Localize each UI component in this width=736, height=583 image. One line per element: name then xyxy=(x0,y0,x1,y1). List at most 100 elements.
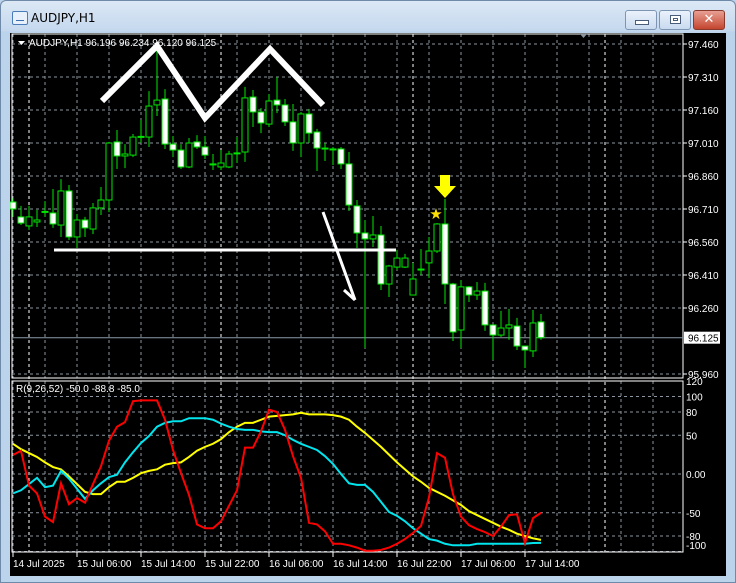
bull-candle xyxy=(89,203,97,235)
bear-candle xyxy=(417,249,425,275)
candle-body xyxy=(481,290,489,326)
price-axis-label: 96.410 xyxy=(688,271,719,282)
price-chart[interactable]: 97.460 97.310 97.160 97.010 96.860 96.710 96.5… xyxy=(10,33,726,576)
candle-body xyxy=(329,148,337,151)
time-axis-label: 17 Jul 14:00 xyxy=(525,559,580,570)
candle-body xyxy=(209,163,217,166)
candle-body xyxy=(369,234,377,240)
price-axis-label: 96.710 xyxy=(688,205,719,216)
close-button[interactable]: ✕ xyxy=(693,10,725,30)
time-axis-label: 14 Jul 2025 xyxy=(13,559,65,570)
star-icon[interactable]: ★ xyxy=(429,205,442,223)
candle-body xyxy=(385,265,393,285)
candle-body xyxy=(353,205,361,234)
bear-candle xyxy=(361,220,369,349)
bear-candle xyxy=(321,143,329,162)
candle-body xyxy=(257,111,265,124)
chart-area[interactable]: 97.460 97.310 97.160 97.010 96.860 96.710 96.5… xyxy=(10,33,726,576)
candle-body xyxy=(513,325,521,347)
bear-candle xyxy=(10,198,17,217)
candle-body xyxy=(337,148,345,165)
candle-body xyxy=(273,99,281,106)
price-axis-label: 97.160 xyxy=(688,106,719,117)
price-axis-label: 97.010 xyxy=(688,139,719,150)
candle-body xyxy=(57,190,65,226)
bear-candle xyxy=(513,317,521,351)
candle-body xyxy=(425,250,433,264)
bear-candle xyxy=(441,198,449,305)
bear-candle xyxy=(305,108,313,143)
axis-labels: 97.460 97.310 97.160 97.010 96.860 96.710 96.5… xyxy=(12,40,719,570)
candle-body xyxy=(121,153,129,157)
candle-body xyxy=(153,99,161,106)
bear-candle xyxy=(481,282,489,331)
candle-body xyxy=(449,283,457,333)
bull-candle xyxy=(97,187,105,215)
candle-body xyxy=(529,322,537,352)
candle-body xyxy=(161,98,169,145)
double-top-drawing[interactable] xyxy=(99,41,326,123)
bear-candle xyxy=(329,146,337,165)
bear-candle xyxy=(377,225,385,290)
bull-candle xyxy=(473,282,481,300)
sell-arrow-icon[interactable] xyxy=(434,175,456,198)
minimize-button[interactable] xyxy=(625,10,657,30)
time-axis-label: 15 Jul 06:00 xyxy=(77,559,132,570)
bull-candle xyxy=(497,310,505,338)
indicator-axis-label: 0.00 xyxy=(686,470,706,481)
candle-body xyxy=(81,219,89,229)
candle-body xyxy=(97,199,105,209)
candle-body xyxy=(33,219,41,223)
indicator-axis-label: 80 xyxy=(686,408,698,419)
bear-candle xyxy=(337,146,345,169)
candle-body xyxy=(297,113,305,144)
indicator-axis-label: 120 xyxy=(686,377,703,388)
current-price-label: 96.125 xyxy=(688,334,719,345)
bear-candle xyxy=(169,135,177,158)
candle-body xyxy=(49,212,57,225)
bull-candle xyxy=(121,144,129,169)
candles xyxy=(10,45,545,369)
time-axis-label: 16 Jul 06:00 xyxy=(269,559,324,570)
main-legend: AUDJPY,H1 96.196 96.234 96.120 96.125 xyxy=(29,38,217,49)
price-axis-label: 96.260 xyxy=(688,304,719,315)
candle-body xyxy=(289,121,297,144)
candle-body xyxy=(41,210,49,213)
bull-candle xyxy=(57,179,65,237)
price-axis-label: 97.310 xyxy=(688,73,719,84)
bear-candle xyxy=(537,313,545,340)
bull-candle xyxy=(25,205,33,230)
candle-body xyxy=(401,257,409,268)
bear-candle xyxy=(113,130,121,169)
close-icon: ✕ xyxy=(703,12,715,27)
bear-candle xyxy=(209,154,217,171)
window-title: AUDJPY,H1 xyxy=(31,11,96,25)
bull-candle xyxy=(297,111,305,158)
time-axis-label: 16 Jul 14:00 xyxy=(333,559,388,570)
time-axis-label: 15 Jul 22:00 xyxy=(205,559,260,570)
time-axis-label: 15 Jul 14:00 xyxy=(141,559,196,570)
down-arrow-drawing[interactable] xyxy=(321,211,357,302)
bull-candle xyxy=(33,209,41,228)
indicator-line-r9 xyxy=(12,399,542,552)
indicator-axis-label: -50 xyxy=(686,509,701,520)
chart-shift-icon[interactable] xyxy=(580,34,587,38)
candle-body xyxy=(137,135,145,138)
indicator-panel-border xyxy=(11,380,684,553)
bear-candle xyxy=(193,135,201,149)
title-bar[interactable]: AUDJPY,H1 ✕ xyxy=(1,1,735,31)
bear-candle xyxy=(489,324,497,360)
maximize-button[interactable] xyxy=(659,10,691,30)
candle-body xyxy=(265,100,273,125)
candle-body xyxy=(113,141,121,157)
candle-body xyxy=(497,327,505,336)
candle-body xyxy=(505,324,513,329)
candle-body xyxy=(249,96,257,113)
bear-candle xyxy=(353,199,361,248)
bull-candle xyxy=(393,249,401,270)
candle-body xyxy=(177,149,185,168)
candle-body xyxy=(409,278,417,296)
bull-candle xyxy=(185,137,193,169)
candle-body xyxy=(25,216,33,227)
bear-candle xyxy=(449,282,457,341)
